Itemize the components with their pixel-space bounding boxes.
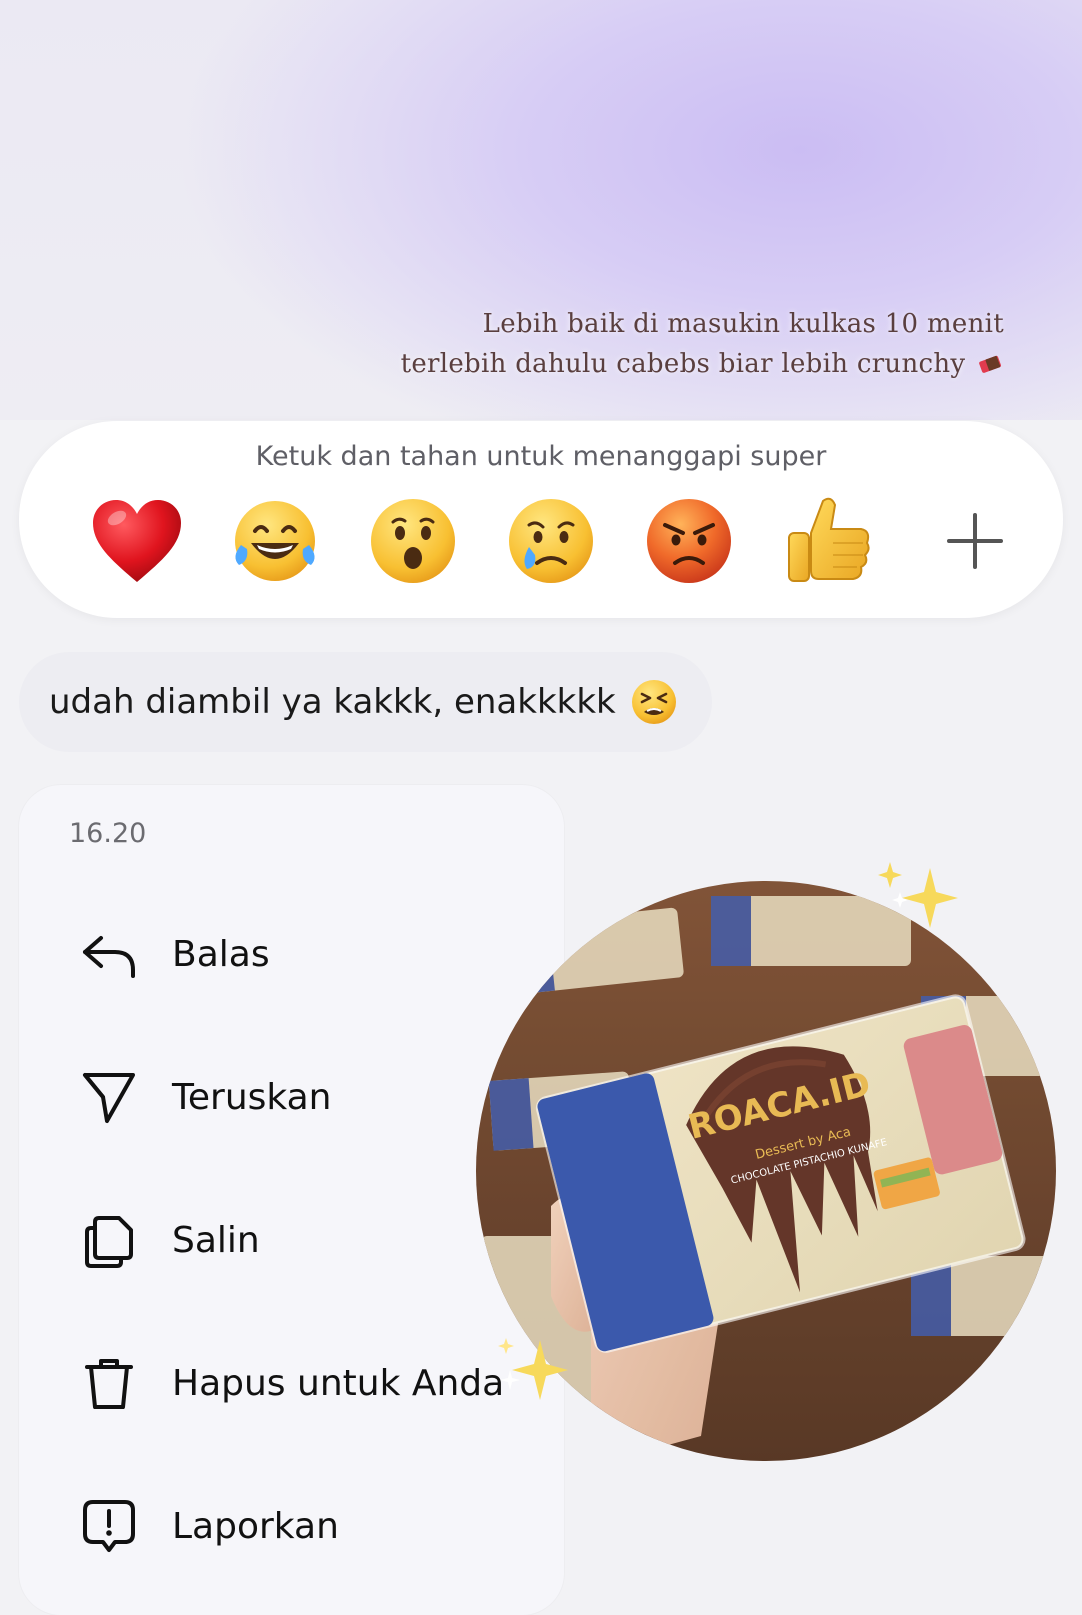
heart-icon: [93, 500, 181, 582]
laugh-reaction-button[interactable]: [225, 491, 325, 591]
story-caption-overlay: Lebih baik di masukin kulkas 10 menit te…: [364, 304, 1004, 384]
message-timestamp: 16.20: [69, 818, 147, 849]
more-reactions-button[interactable]: [925, 491, 1025, 591]
forward-label: Teruskan: [172, 1076, 332, 1118]
sparkle-icon: [498, 1338, 568, 1400]
message-text: udah diambil ya kakkk, enakkkkk: [49, 682, 616, 722]
caption-line-1: Lebih baik di masukin kulkas 10 menit: [482, 309, 1004, 339]
heart-reaction-button[interactable]: [87, 491, 187, 591]
sad-reaction-button[interactable]: [501, 491, 601, 591]
wow-reaction-button[interactable]: [363, 491, 463, 591]
like-reaction-button[interactable]: [777, 491, 877, 591]
surprised-face-icon: [371, 499, 455, 583]
angry-face-icon: [647, 499, 731, 583]
report-menu-item[interactable]: Laporkan: [77, 1481, 547, 1571]
reaction-bar: Ketuk dan tahan untuk menanggapi super: [19, 421, 1063, 618]
reply-label: Balas: [172, 933, 270, 975]
thumbs-up-icon: [788, 497, 870, 582]
reaction-hint: Ketuk dan tahan untuk menanggapi super: [255, 441, 827, 472]
caption-line-2: terlebih dahulu cabebs biar lebih crunch…: [400, 349, 966, 379]
report-label: Laporkan: [172, 1505, 339, 1547]
chocolate-bar-icon: [979, 355, 1001, 373]
plus-icon: [947, 513, 1003, 569]
copy-icon: [85, 1216, 133, 1268]
crying-face-icon: [509, 499, 593, 583]
angry-reaction-button[interactable]: [639, 491, 739, 591]
trash-icon: [85, 1359, 133, 1409]
copy-label: Salin: [172, 1219, 260, 1261]
send-icon: [83, 1073, 135, 1123]
report-icon: [83, 1500, 135, 1552]
laughing-tears-icon: [235, 501, 315, 581]
delete-label: Hapus untuk Anda: [172, 1362, 505, 1404]
message-bubble[interactable]: udah diambil ya kakkk, enakkkkk: [19, 652, 712, 752]
sparkle-icon: [878, 862, 958, 928]
reply-icon: [83, 936, 135, 978]
tired-face-icon: [631, 680, 676, 724]
